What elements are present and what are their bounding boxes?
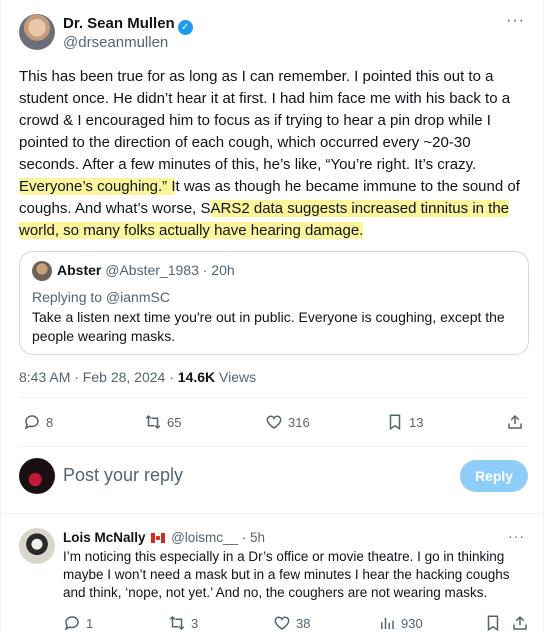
bookmark-count: 13 xyxy=(409,414,424,430)
reply-count: 8 xyxy=(46,414,54,430)
comment-repost-button[interactable]: 3 xyxy=(168,614,198,632)
repost-count: 65 xyxy=(167,414,182,430)
reply-composer: Post your reply Reply xyxy=(1,446,544,512)
bookmark-button[interactable]: 13 xyxy=(386,413,423,431)
comment-reply-count: 1 xyxy=(86,615,94,631)
share-icon xyxy=(513,615,527,630)
views-label: Views xyxy=(215,369,257,385)
quoted-text: Take a listen next time you're out in pu… xyxy=(32,309,505,344)
repost-button[interactable]: 65 xyxy=(144,413,181,431)
highlight-1: Everyone’s coughing.” I xyxy=(19,178,176,195)
comment-author-handle[interactable]: @loismc__ xyxy=(171,530,238,545)
tweet-text-part: This has been true for as long as I can … xyxy=(19,68,511,173)
quoted-time: · 20h xyxy=(198,262,235,278)
quoted-avatar xyxy=(32,261,52,281)
comment-author-name[interactable]: Lois McNally xyxy=(63,530,146,545)
comment-more-button[interactable]: ··· xyxy=(508,528,525,544)
comment-text: I’m noticing this especially in a Dr’s o… xyxy=(63,549,510,600)
comment-views-count: 930 xyxy=(401,615,423,631)
quoted-author-handle: @Abster_1983 xyxy=(105,262,199,278)
comment-views-button[interactable]: 930 xyxy=(378,614,423,632)
reply-button[interactable]: 8 xyxy=(23,413,53,431)
like-icon xyxy=(266,415,282,429)
like-button[interactable]: 316 xyxy=(265,413,310,431)
repost-icon xyxy=(169,615,185,631)
bookmark-icon xyxy=(487,615,499,632)
verified-badge-icon: ✓ xyxy=(177,20,193,35)
author-avatar[interactable] xyxy=(19,14,55,50)
comment-share-button[interactable] xyxy=(511,614,534,632)
views-icon xyxy=(381,617,394,629)
comment-like-count: 38 xyxy=(296,615,311,631)
quoted-author-name: Abster xyxy=(57,262,102,278)
views-count: 14.6K xyxy=(177,369,216,385)
bookmark-icon xyxy=(389,414,401,431)
reply-icon xyxy=(24,415,39,430)
share-button[interactable] xyxy=(506,413,529,431)
canada-flag-icon xyxy=(151,533,166,543)
comment-repost-count: 3 xyxy=(191,615,199,631)
comment-time: · 5h xyxy=(238,530,266,545)
author-name[interactable]: Dr. Sean Mullen ✓ xyxy=(63,15,193,35)
tweet-text: This has been true for as long as I can … xyxy=(19,66,529,242)
user-avatar[interactable] xyxy=(19,458,55,494)
replying-to: Replying to @ianmSC xyxy=(32,289,170,305)
like-count: 316 xyxy=(288,414,310,430)
reply-icon xyxy=(64,616,79,631)
post-meta: 8:43 AM · Feb 28, 2024 · 14.6K Views xyxy=(19,369,256,385)
quoted-post[interactable]: Abster @Abster_1983 · 20h Replying to @i… xyxy=(19,251,529,355)
comment-header: Lois McNally @loismc__ · 5h xyxy=(63,530,265,545)
comment-reply-button[interactable]: 1 xyxy=(63,614,93,632)
reply-input[interactable]: Post your reply xyxy=(63,465,183,486)
more-options-button[interactable]: ··· xyxy=(506,12,525,30)
comment-avatar[interactable] xyxy=(19,528,55,564)
comment-like-button[interactable]: 38 xyxy=(273,614,310,632)
repost-icon xyxy=(145,414,161,430)
meta-separator: · xyxy=(165,369,178,385)
reply-submit-button[interactable]: Reply xyxy=(460,460,528,492)
comment-bookmark-button[interactable] xyxy=(484,614,507,632)
share-icon xyxy=(508,414,522,429)
post-detail: Dr. Sean Mullen ✓ @drseanmullen ··· This … xyxy=(0,0,544,632)
quoted-header: Abster @Abster_1983 · 20h xyxy=(57,262,235,278)
divider xyxy=(1,513,544,514)
like-icon xyxy=(274,616,290,630)
timestamp[interactable]: 8:43 AM · Feb 28, 2024 xyxy=(19,369,165,385)
divider xyxy=(19,397,529,398)
author-handle[interactable]: @drseanmullen xyxy=(63,34,168,51)
